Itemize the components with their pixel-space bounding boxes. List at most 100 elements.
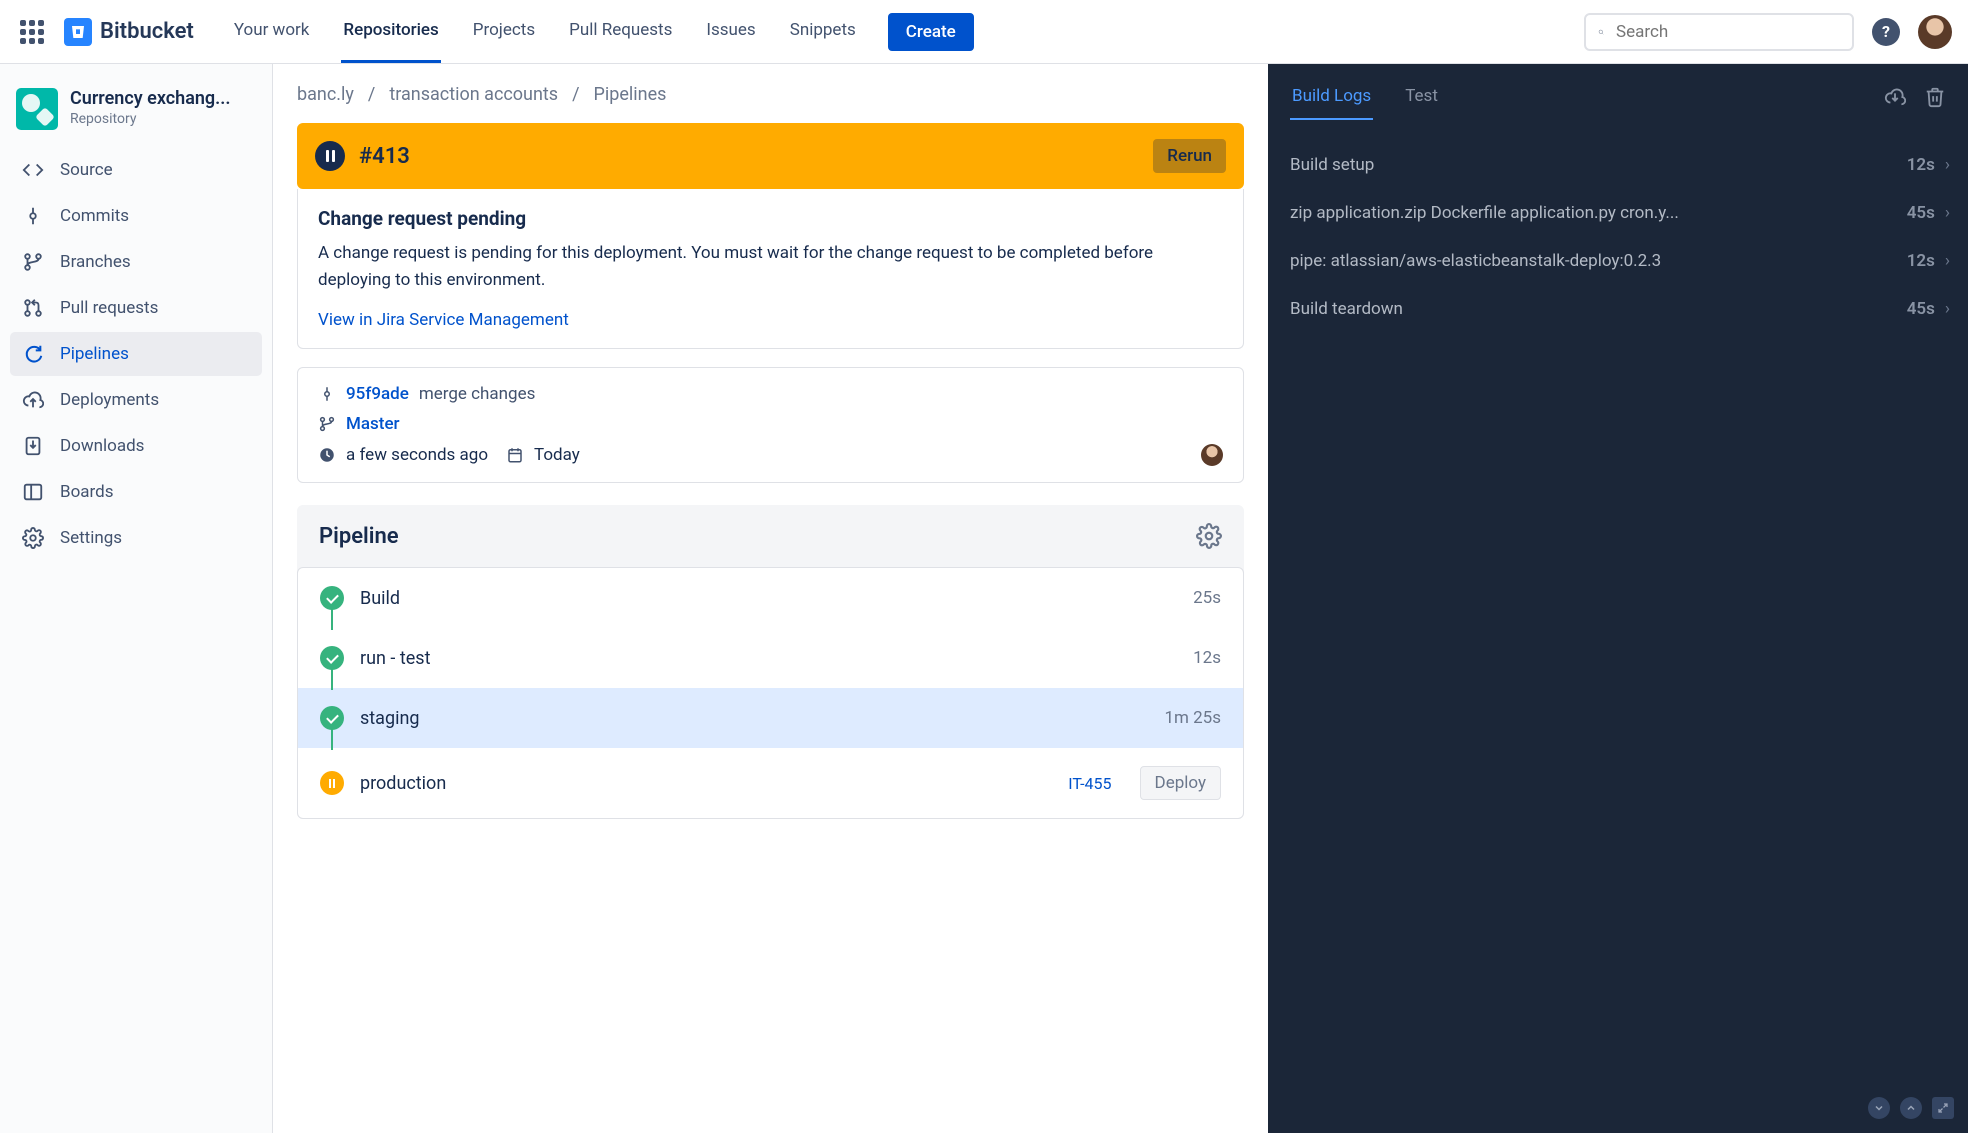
log-text: Build setup — [1290, 155, 1895, 175]
stage-build[interactable]: Build 25s — [298, 568, 1243, 628]
stage-test[interactable]: run - test 12s — [298, 628, 1243, 688]
stage-name: run - test — [360, 648, 430, 669]
sidebar-item-deployments[interactable]: Deployments — [10, 378, 262, 422]
pipeline-section: Pipeline Build 25s run - test 12s stagin… — [297, 505, 1244, 819]
run-number: #413 — [359, 144, 410, 169]
expand-icon[interactable] — [1932, 1097, 1954, 1119]
log-row[interactable]: Build setup 12s › — [1290, 141, 1960, 189]
avatar[interactable] — [1918, 15, 1952, 49]
repo-title: Currency exchang... — [70, 88, 231, 109]
main-content: banc.ly / transaction accounts / Pipelin… — [273, 64, 1268, 1133]
sidebar-item-commits[interactable]: Commits — [10, 194, 262, 238]
nav-repositories[interactable]: Repositories — [341, 0, 440, 63]
scroll-up-icon[interactable] — [1900, 1097, 1922, 1119]
nav-your-work[interactable]: Your work — [232, 0, 312, 63]
log-row[interactable]: Build teardown 45s › — [1290, 285, 1960, 333]
tab-build-logs[interactable]: Build Logs — [1290, 74, 1373, 120]
run-banner: #413 Rerun — [297, 123, 1244, 189]
commit-hash[interactable]: 95f9ade — [346, 384, 409, 404]
commit-relative-time: a few seconds ago — [346, 445, 488, 465]
branch-icon — [318, 415, 336, 433]
rerun-button[interactable]: Rerun — [1153, 139, 1226, 173]
log-row[interactable]: pipe: atlassian/aws-elasticbeanstalk-dep… — [1290, 237, 1960, 285]
app-switcher-icon[interactable] — [20, 20, 44, 44]
repo-header[interactable]: Currency exchang... Repository — [10, 82, 262, 148]
nav-snippets[interactable]: Snippets — [788, 0, 858, 63]
sidebar-item-downloads[interactable]: Downloads — [10, 424, 262, 468]
create-button[interactable]: Create — [888, 13, 974, 51]
chevron-right-icon: › — [1945, 155, 1950, 175]
nav-pull-requests[interactable]: Pull Requests — [567, 0, 674, 63]
pipelines-icon — [22, 343, 44, 365]
sidebar-item-branches[interactable]: Branches — [10, 240, 262, 284]
chevron-right-icon: › — [1945, 299, 1950, 319]
paused-icon — [315, 141, 345, 171]
log-tabs: Build Logs Test — [1290, 74, 1440, 120]
author-avatar[interactable] — [1201, 444, 1223, 466]
help-icon[interactable]: ? — [1872, 18, 1900, 46]
sidebar-item-label: Boards — [60, 482, 114, 502]
view-in-jsm-link[interactable]: View in Jira Service Management — [318, 310, 569, 330]
jira-ticket-link[interactable]: IT-455 — [1068, 774, 1111, 793]
cloud-download-icon[interactable] — [1884, 86, 1906, 108]
pipeline-settings-icon[interactable] — [1196, 523, 1222, 549]
chevron-right-icon: › — [1945, 203, 1950, 223]
commit-message: merge changes — [419, 384, 536, 404]
branch-icon — [22, 251, 44, 273]
crumb-project[interactable]: banc.ly — [297, 84, 354, 105]
sidebar-item-source[interactable]: Source — [10, 148, 262, 192]
search-box[interactable] — [1584, 13, 1854, 51]
crumb-repo[interactable]: transaction accounts — [389, 84, 558, 105]
commit-date: Today — [534, 445, 580, 465]
log-time: 45s — [1907, 203, 1935, 223]
log-text: Build teardown — [1290, 299, 1895, 319]
search-input[interactable] — [1614, 21, 1840, 43]
log-time: 45s — [1907, 299, 1935, 319]
code-icon — [22, 159, 44, 181]
sidebar-item-pull-requests[interactable]: Pull requests — [10, 286, 262, 330]
sidebar-item-label: Deployments — [60, 390, 159, 410]
download-icon — [22, 435, 44, 457]
deploy-button[interactable]: Deploy — [1140, 766, 1221, 800]
stage-name: staging — [360, 708, 420, 729]
nav-projects[interactable]: Projects — [471, 0, 537, 63]
branch-name[interactable]: Master — [346, 414, 400, 434]
clock-icon — [318, 446, 336, 464]
trash-icon[interactable] — [1924, 86, 1946, 108]
pause-icon — [320, 771, 344, 795]
sidebar-item-pipelines[interactable]: Pipelines — [10, 332, 262, 376]
log-text: zip application.zip Dockerfile applicati… — [1290, 203, 1895, 223]
sidebar-item-label: Source — [60, 160, 113, 180]
sidebar-item-label: Pipelines — [60, 344, 129, 364]
bitbucket-logo-icon — [64, 18, 92, 46]
cloud-upload-icon — [22, 389, 44, 411]
stage-staging[interactable]: staging 1m 25s — [298, 688, 1243, 748]
top-nav: Your work Repositories Projects Pull Req… — [232, 0, 858, 63]
stage-duration: 12s — [1193, 648, 1221, 668]
change-request-body: A change request is pending for this dep… — [318, 240, 1223, 294]
board-icon — [22, 481, 44, 503]
sidebar-item-label: Commits — [60, 206, 129, 226]
stage-production[interactable]: production IT-455 Deploy — [298, 748, 1243, 818]
search-icon — [1598, 23, 1604, 41]
pipeline-heading: Pipeline — [319, 524, 399, 549]
stage-duration: 25s — [1193, 588, 1221, 608]
sidebar-item-settings[interactable]: Settings — [10, 516, 262, 560]
pull-request-icon — [22, 297, 44, 319]
nav-issues[interactable]: Issues — [704, 0, 757, 63]
repo-subtitle: Repository — [70, 111, 231, 127]
sidebar-item-boards[interactable]: Boards — [10, 470, 262, 514]
log-row[interactable]: zip application.zip Dockerfile applicati… — [1290, 189, 1960, 237]
topbar: Bitbucket Your work Repositories Project… — [0, 0, 1968, 64]
commit-card: 95f9ade merge changes Master a few secon… — [297, 367, 1244, 483]
sidebar: Currency exchang... Repository Source Co… — [0, 64, 273, 1133]
bitbucket-logo[interactable]: Bitbucket — [64, 18, 194, 46]
crumb-page[interactable]: Pipelines — [594, 84, 667, 105]
change-request-card: Change request pending A change request … — [297, 189, 1244, 349]
scroll-down-icon[interactable] — [1868, 1097, 1890, 1119]
log-time: 12s — [1907, 251, 1935, 271]
stage-name: production — [360, 773, 446, 794]
log-time: 12s — [1907, 155, 1935, 175]
log-panel: Build Logs Test Build setup 12s › zip ap… — [1268, 64, 1968, 1133]
tab-test[interactable]: Test — [1403, 74, 1440, 120]
